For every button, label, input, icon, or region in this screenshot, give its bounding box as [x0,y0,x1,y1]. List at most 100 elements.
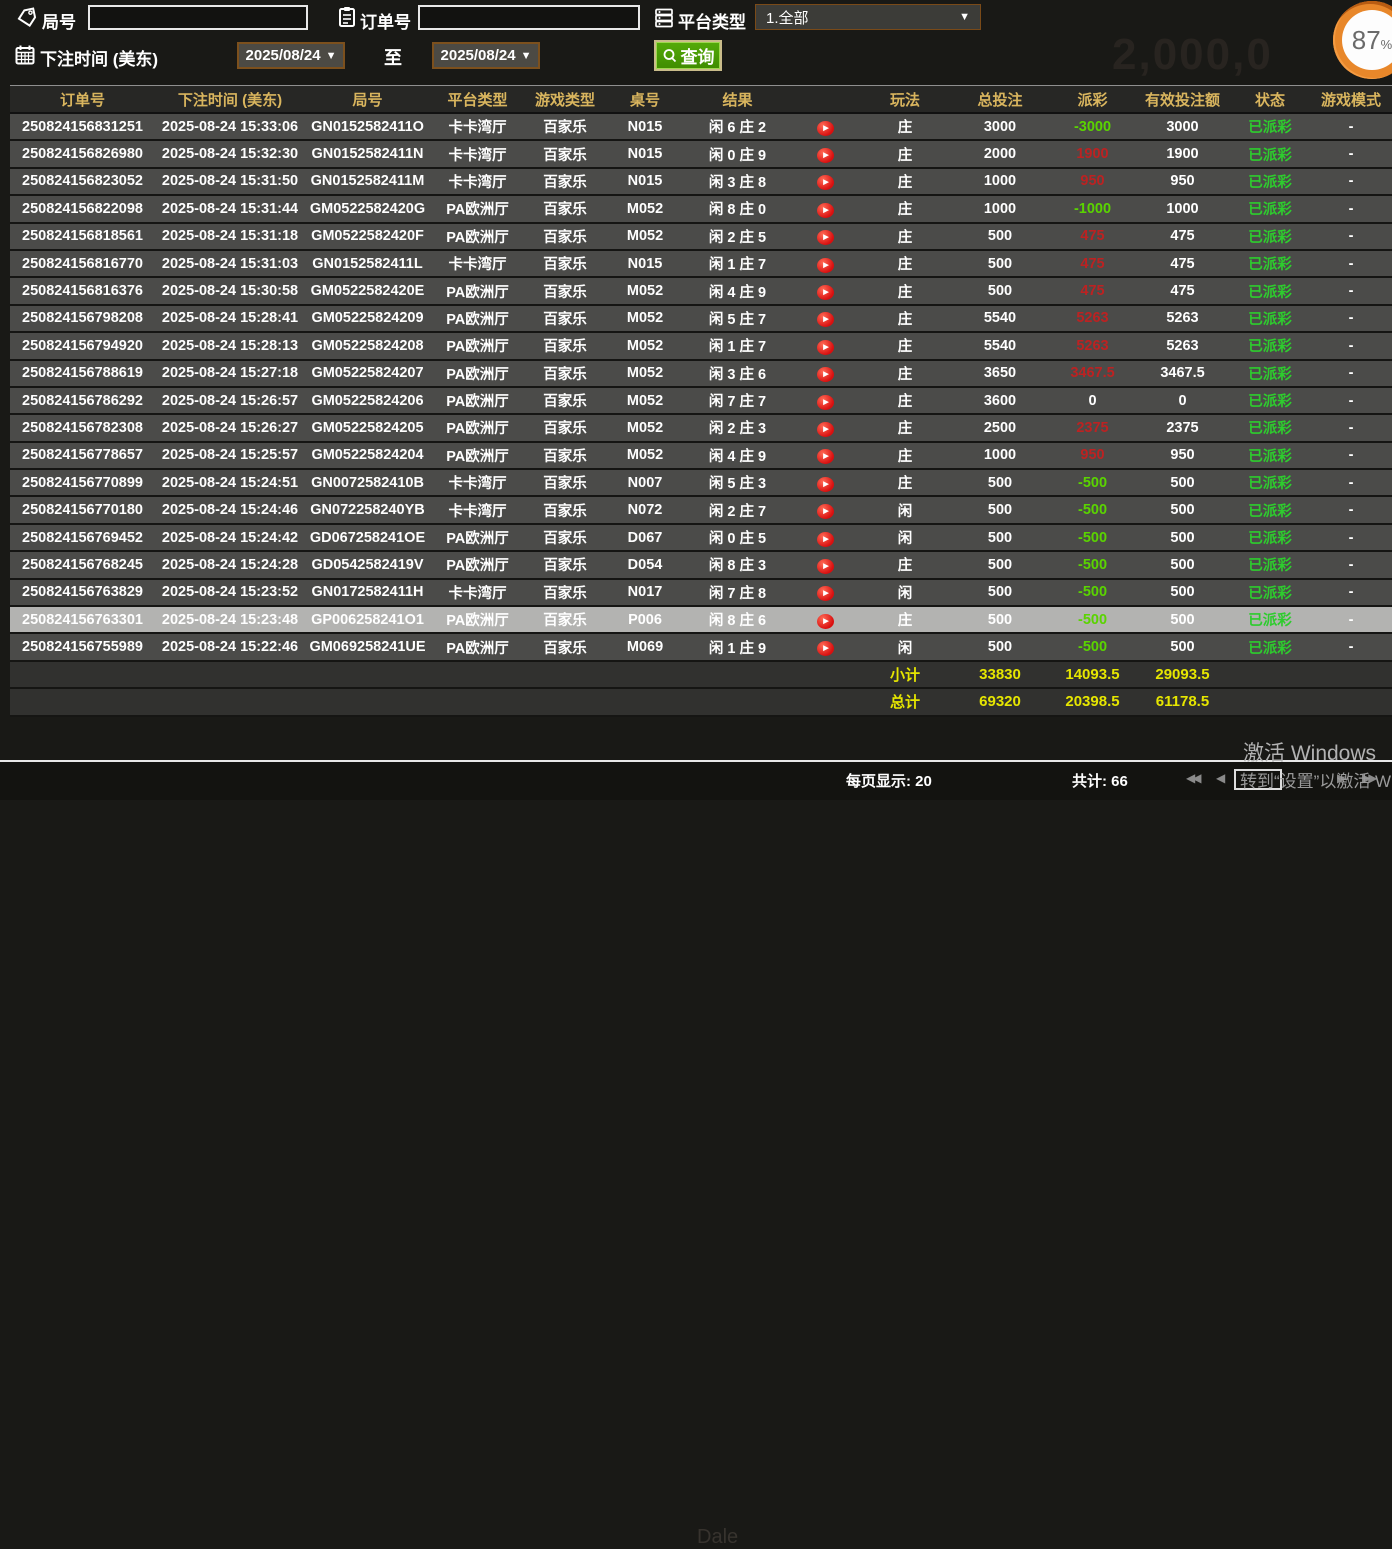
cell-play[interactable]: ▶ [790,305,860,332]
play-video-icon[interactable]: ▶ [817,504,834,519]
play-video-icon[interactable]: ▶ [817,258,834,273]
order-input[interactable] [418,5,640,30]
cell-play[interactable]: ▶ [790,551,860,578]
table-row[interactable]: 2508241567823082025-08-24 15:26:27GM0522… [10,414,1392,441]
table-row[interactable]: 2508241567633012025-08-24 15:23:48GP0062… [10,606,1392,633]
cell-play[interactable]: ▶ [790,469,860,496]
play-video-icon[interactable]: ▶ [817,395,834,410]
cell-4: 百家乐 [525,606,605,633]
cell-play[interactable]: ▶ [790,442,860,469]
cell-3: 卡卡湾厅 [430,250,525,277]
cell-9: 3000 [950,113,1050,140]
cell-play[interactable]: ▶ [790,360,860,387]
table-row[interactable]: 2508241568312512025-08-24 15:33:06GN0152… [10,113,1392,140]
cell-11: 500 [1135,606,1230,633]
round-label: 局号 [42,8,76,33]
cell-4: 百家乐 [525,305,605,332]
date-to-value: 2025/08/24 [441,47,516,64]
chevron-down-icon: ▼ [521,50,532,62]
cell-play[interactable]: ▶ [790,250,860,277]
cell-play[interactable]: ▶ [790,524,860,551]
cell-6: 闲 8 庄 3 [685,551,790,578]
cell-play[interactable]: ▶ [790,223,860,250]
table-row[interactable]: 2508241567559892025-08-24 15:22:46GM0692… [10,633,1392,660]
table-row[interactable]: 2508241567708992025-08-24 15:24:51GN0072… [10,469,1392,496]
table-row[interactable]: 2508241567701802025-08-24 15:24:46GN0722… [10,496,1392,523]
play-video-icon[interactable]: ▶ [817,340,834,355]
cell-11: 1900 [1135,140,1230,167]
play-video-icon[interactable]: ▶ [817,312,834,327]
prev-page-icon[interactable]: ◀ [1216,771,1222,785]
table-row[interactable]: 2508241567638292025-08-24 15:23:52GN0172… [10,579,1392,606]
cell-play[interactable]: ▶ [790,387,860,414]
play-video-icon[interactable]: ▶ [817,449,834,464]
cell-4: 百家乐 [525,579,605,606]
column-header-6: 结果 [685,86,790,113]
cell-3: PA欧洲厅 [430,277,525,304]
date-from-picker[interactable]: 2025/08/24 ▼ [237,42,345,69]
play-video-icon[interactable]: ▶ [817,422,834,437]
cell-play[interactable]: ▶ [790,168,860,195]
table-row[interactable]: 2508241568230522025-08-24 15:31:50GN0152… [10,168,1392,195]
play-video-icon[interactable]: ▶ [817,230,834,245]
cell-1: 2025-08-24 15:31:03 [155,250,305,277]
cell-play[interactable]: ▶ [790,496,860,523]
play-video-icon[interactable]: ▶ [817,532,834,547]
cell-play[interactable]: ▶ [790,414,860,441]
cell-play[interactable]: ▶ [790,277,860,304]
table-row[interactable]: 2508241567886192025-08-24 15:27:18GM0522… [10,360,1392,387]
column-header-1: 下注时间 (美东) [155,86,305,113]
platform-type-select[interactable]: 1.全部 ▼ [755,4,981,30]
table-row[interactable]: 2508241567694522025-08-24 15:24:42GD0672… [10,524,1392,551]
play-video-icon[interactable]: ▶ [817,367,834,382]
table-row[interactable]: 2508241568220982025-08-24 15:31:44GM0522… [10,195,1392,222]
play-video-icon[interactable]: ▶ [817,586,834,601]
cell-0: 250824156782308 [10,414,155,441]
cell-6: 闲 5 庄 7 [685,305,790,332]
cell-3: 卡卡湾厅 [430,113,525,140]
play-video-icon[interactable]: ▶ [817,203,834,218]
query-button[interactable]: 查询 [654,40,722,71]
table-row[interactable]: 2508241567949202025-08-24 15:28:13GM0522… [10,332,1392,359]
table-row[interactable]: 2508241567982082025-08-24 15:28:41GM0522… [10,305,1392,332]
play-video-icon[interactable]: ▶ [817,148,834,163]
table-row[interactable]: 2508241568163762025-08-24 15:30:58GM0522… [10,277,1392,304]
cell-play[interactable]: ▶ [790,140,860,167]
cell-11: 500 [1135,633,1230,660]
table-row[interactable]: 2508241567682452025-08-24 15:24:28GD0542… [10,551,1392,578]
cell-play[interactable]: ▶ [790,579,860,606]
table-row[interactable]: 2508241568185612025-08-24 15:31:18GM0522… [10,223,1392,250]
play-video-icon[interactable]: ▶ [817,285,834,300]
column-header-13: 游戏模式 [1310,86,1392,113]
cell-2: GM0522582420E [305,277,430,304]
play-video-icon[interactable]: ▶ [817,614,834,629]
date-to-picker[interactable]: 2025/08/24 ▼ [432,42,540,69]
cell-1: 2025-08-24 15:33:06 [155,113,305,140]
cell-4: 百家乐 [525,442,605,469]
cell-13: - [1310,633,1392,660]
table-row[interactable]: 2508241568167702025-08-24 15:31:03GN0152… [10,250,1392,277]
play-video-icon[interactable]: ▶ [817,559,834,574]
cell-8: 庄 [860,332,950,359]
cell-5: D054 [605,551,685,578]
cell-2: GM05225824209 [305,305,430,332]
total-label: 总计 [860,688,950,715]
play-video-icon[interactable]: ▶ [817,641,834,656]
play-video-icon[interactable]: ▶ [817,175,834,190]
cell-play[interactable]: ▶ [790,332,860,359]
table-row[interactable]: 2508241567786572025-08-24 15:25:57GM0522… [10,442,1392,469]
play-video-icon[interactable]: ▶ [817,477,834,492]
cell-play[interactable]: ▶ [790,606,860,633]
play-video-icon[interactable]: ▶ [817,121,834,136]
first-page-icon[interactable]: ◀◀ [1186,771,1198,785]
cell-1: 2025-08-24 15:27:18 [155,360,305,387]
cell-8: 闲 [860,524,950,551]
cell-8: 庄 [860,140,950,167]
table-row[interactable]: 2508241568269802025-08-24 15:32:30GN0152… [10,140,1392,167]
cell-play[interactable]: ▶ [790,633,860,660]
cell-play[interactable]: ▶ [790,195,860,222]
round-input[interactable] [88,5,308,30]
table-row[interactable]: 2508241567862922025-08-24 15:26:57GM0522… [10,387,1392,414]
cell-4: 百家乐 [525,633,605,660]
cell-play[interactable]: ▶ [790,113,860,140]
